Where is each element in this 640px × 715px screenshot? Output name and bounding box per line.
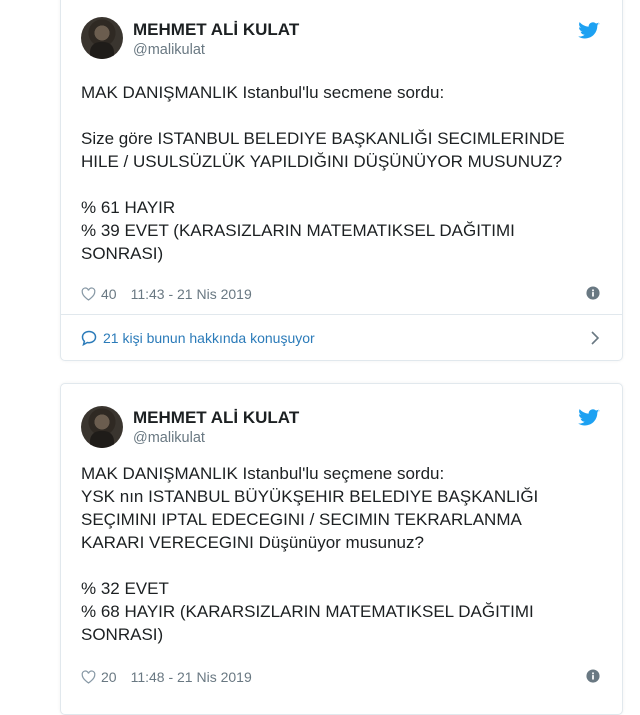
tweet-line: SEÇIMINI IPTAL EDECEGINI / SECIMIN TEKRA… [81,510,522,529]
timestamp[interactable]: 11:43 - 21 Nis 2019 [131,286,252,302]
like-count[interactable]: 20 [101,669,117,685]
tweet-line: YSK nın ISTANBUL BÜYÜKŞEHIR BELEDIYE BAŞ… [81,487,539,506]
tweet-meta: 20 11:48 - 21 Nis 2019 [81,667,600,687]
tweet-line: MAK DANIŞMANLIK Istanbul'lu seçmene sord… [81,464,445,483]
tweet-line: % 61 HAYIR [81,198,176,217]
speech-bubble-icon [81,330,97,346]
like-count[interactable]: 40 [101,286,117,302]
tweet-line: HILE / USULSÜZLÜK YAPILDIĞINI DÜŞÜNÜYOR … [81,152,563,171]
tweet-line: SONRASI) [81,625,164,644]
heart-icon[interactable] [81,670,96,684]
info-icon[interactable] [586,669,600,683]
tweet-text: MAK DANIŞMANLIK Istanbul'lu seçmene sord… [81,462,606,646]
tweet-line [81,104,606,127]
twitter-bird-icon[interactable] [578,22,600,40]
heart-icon[interactable] [81,287,96,301]
info-icon[interactable] [586,286,600,300]
author-name[interactable]: MEHMET ALİ KULAT [133,408,299,428]
tweet-line: % 39 EVET (KARASIZLARIN MATEMATIKSEL DAĞ… [81,221,515,240]
tweet-line: SONRASI) [81,244,164,263]
author-handle[interactable]: @malikulat [133,430,205,446]
tweet-text: MAK DANIŞMANLIK Istanbul'lu secmene sord… [81,81,606,265]
tweet-line: Size göre ISTANBUL BELEDIYE BAŞKANLIĞI S… [81,129,565,148]
chevron-right-icon[interactable] [590,330,600,346]
tweet-line [81,554,606,577]
tweet-line: MAK DANIŞMANLIK Istanbul'lu secmene sord… [81,83,445,102]
timestamp[interactable]: 11:48 - 21 Nis 2019 [131,669,252,685]
tweet-line: KARARI VERECEGINI Düşünüyor musunuz? [81,533,424,552]
twitter-bird-icon[interactable] [578,409,600,427]
avatar[interactable] [81,406,123,448]
conversation-link[interactable]: 21 kişi bunun hakkında konuşuyor [81,327,600,349]
avatar[interactable] [81,17,123,59]
conversation-label[interactable]: 21 kişi bunun hakkında konuşuyor [103,330,315,346]
author-name[interactable]: MEHMET ALİ KULAT [133,20,299,40]
tweet-line [81,173,606,196]
author-handle[interactable]: @malikulat [133,42,205,58]
tweet-card: MEHMET ALİ KULAT @malikulat MAK DANIŞMAN… [60,383,623,715]
tweet-line: % 68 HAYIR (KARARSIZLARIN MATEMATIKSEL D… [81,602,534,621]
divider [61,314,622,315]
tweet-meta: 40 11:43 - 21 Nis 2019 [81,284,600,304]
tweet-card: MEHMET ALİ KULAT @malikulat MAK DANIŞMAN… [60,0,623,361]
tweet-line: % 32 EVET [81,579,169,598]
